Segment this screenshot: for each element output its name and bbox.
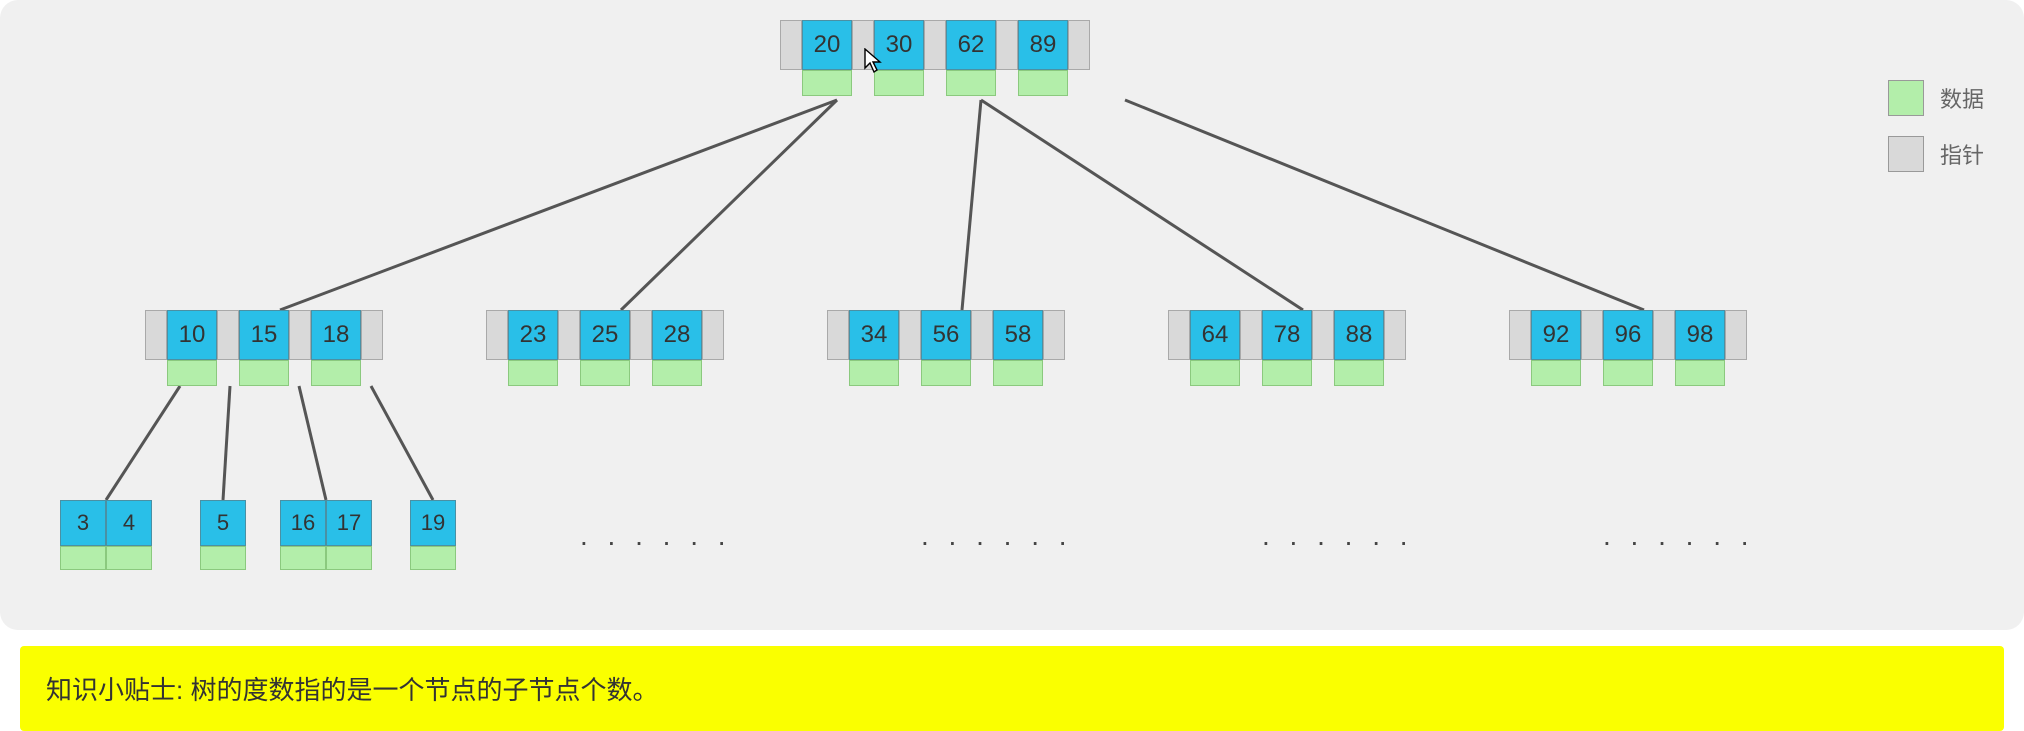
data-slot [1190, 360, 1240, 386]
internal-node: 64 78 88 [1168, 310, 1406, 386]
data-slot [849, 360, 899, 386]
legend-swatch-pointer [1888, 136, 1924, 172]
data-slot [946, 70, 996, 96]
key-cell: 58 [993, 310, 1043, 360]
root-node: 20 30 62 89 [780, 20, 1090, 96]
key-cell: 20 [802, 20, 852, 70]
data-slot [1603, 360, 1653, 386]
data-slot [652, 360, 702, 386]
legend-label: 指针 [1940, 138, 1984, 170]
data-slot [874, 70, 924, 96]
data-slot [1262, 360, 1312, 386]
data-slot [311, 360, 361, 386]
key-cell: 18 [311, 310, 361, 360]
key-cell: 62 [946, 20, 996, 70]
key-cell: 15 [239, 310, 289, 360]
leaf-node: 5 [200, 500, 246, 570]
internal-node: 92 96 98 [1509, 310, 1747, 386]
key-cell: 28 [652, 310, 702, 360]
key-cell: 19 [410, 500, 456, 546]
ellipsis: . . . . . . [921, 520, 1073, 552]
key-cell: 34 [849, 310, 899, 360]
legend: 数据 指针 [1888, 80, 1984, 172]
data-slot [1675, 360, 1725, 386]
data-slot [1334, 360, 1384, 386]
data-slot [239, 360, 289, 386]
key-cell: 88 [1334, 310, 1384, 360]
key-cell: 4 [106, 500, 152, 546]
leaf-node: 3 4 [60, 500, 152, 570]
key-cell: 96 [1603, 310, 1653, 360]
leaf-node: 16 17 [280, 500, 372, 570]
data-slot [326, 546, 372, 570]
data-slot [200, 546, 246, 570]
tree-diagram: 20 30 62 89 10 15 18 23 25 28 34 56 58 [0, 0, 2024, 630]
data-slot [508, 360, 558, 386]
key-cell: 56 [921, 310, 971, 360]
ellipsis: . . . . . . [580, 520, 732, 552]
key-cell: 16 [280, 500, 326, 546]
legend-label: 数据 [1940, 82, 1984, 114]
data-slot [167, 360, 217, 386]
internal-node: 10 15 18 [145, 310, 383, 386]
key-cell: 3 [60, 500, 106, 546]
data-slot [60, 546, 106, 570]
legend-swatch-data [1888, 80, 1924, 116]
key-cell: 92 [1531, 310, 1581, 360]
data-slot [921, 360, 971, 386]
ellipsis: . . . . . . [1603, 520, 1755, 552]
data-slot [410, 546, 456, 570]
ellipsis: . . . . . . [1262, 520, 1414, 552]
leaf-node: 19 [410, 500, 456, 570]
key-cell: 23 [508, 310, 558, 360]
data-slot [1531, 360, 1581, 386]
tip-text: 知识小贴士: 树的度数指的是一个节点的子节点个数。 [46, 675, 658, 705]
key-cell: 64 [1190, 310, 1240, 360]
key-cell: 5 [200, 500, 246, 546]
data-slot [993, 360, 1043, 386]
data-slot [1018, 70, 1068, 96]
internal-node: 34 56 58 [827, 310, 1065, 386]
tip-banner: 知识小贴士: 树的度数指的是一个节点的子节点个数。 [20, 646, 2004, 731]
internal-node: 23 25 28 [486, 310, 724, 386]
data-slot [580, 360, 630, 386]
key-cell: 98 [1675, 310, 1725, 360]
data-slot [106, 546, 152, 570]
legend-item-pointer: 指针 [1888, 136, 1984, 172]
key-cell: 17 [326, 500, 372, 546]
key-cell: 10 [167, 310, 217, 360]
data-slot [802, 70, 852, 96]
key-cell: 25 [580, 310, 630, 360]
key-cell: 78 [1262, 310, 1312, 360]
key-cell: 89 [1018, 20, 1068, 70]
data-slot [280, 546, 326, 570]
legend-item-data: 数据 [1888, 80, 1984, 116]
key-cell: 30 [874, 20, 924, 70]
